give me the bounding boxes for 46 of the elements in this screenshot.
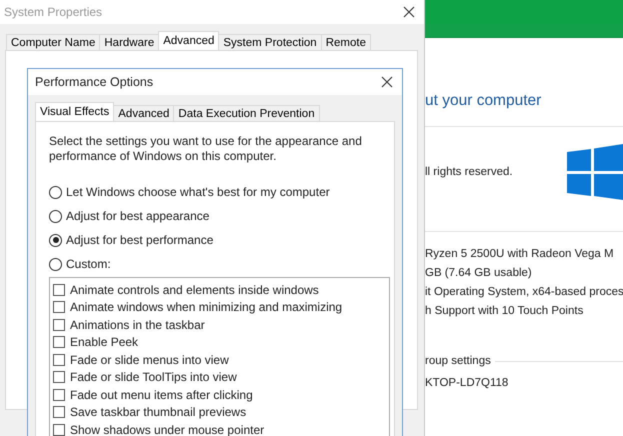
checkbox-label[interactable]: Fade or slide ToolTips into view bbox=[70, 370, 237, 384]
checkbox[interactable] bbox=[53, 388, 65, 401]
spec-text: Ryzen 5 2500U with Radeon Vega M bbox=[425, 248, 615, 260]
tab[interactable]: Remote bbox=[320, 34, 371, 50]
windows-logo-icon bbox=[566, 144, 623, 200]
copyright-text: ll rights reserved. bbox=[425, 166, 513, 178]
checkbox-label[interactable]: Save taskbar thumbnail previews bbox=[70, 405, 246, 420]
checkbox[interactable] bbox=[53, 284, 65, 296]
checkbox-label[interactable]: Fade out menu items after clicking bbox=[70, 388, 253, 402]
checkbox[interactable] bbox=[53, 424, 65, 436]
close-icon bbox=[403, 6, 415, 18]
close-icon bbox=[381, 76, 393, 88]
section-title: roup settings bbox=[425, 355, 491, 367]
spec-text: it Operating System, x64-based proces bbox=[425, 286, 623, 298]
tab[interactable]: System Protection bbox=[218, 34, 322, 50]
checkbox-label[interactable]: Animate controls and elements inside windows bbox=[70, 282, 319, 297]
tab[interactable]: Data Execution Prevention bbox=[173, 105, 320, 121]
spec-text: GB (7.64 GB usable) bbox=[425, 267, 533, 279]
radio-button[interactable] bbox=[49, 210, 62, 222]
checkbox-label[interactable]: Enable Peek bbox=[70, 335, 138, 350]
checkbox-label[interactable]: Fade or slide menus into view bbox=[70, 352, 229, 367]
checkbox-label[interactable]: Animate windows when minimizing and maximizing bbox=[70, 300, 342, 314]
radio-button[interactable] bbox=[49, 186, 62, 198]
checkbox[interactable] bbox=[53, 336, 65, 348]
tab[interactable]: Advanced bbox=[158, 31, 220, 50]
radio-label[interactable]: Adjust for best performance bbox=[66, 233, 214, 247]
radio-button[interactable] bbox=[49, 258, 62, 270]
description-text: Select the settings you want to use for the appearance and performance of Windows on this computer. bbox=[49, 134, 363, 164]
radio-label[interactable]: Adjust for best appearance bbox=[66, 209, 210, 223]
checkbox[interactable] bbox=[53, 318, 65, 331]
window-title: Performance Options bbox=[34, 75, 154, 89]
radio-button[interactable] bbox=[49, 234, 62, 246]
page-heading: ut your computer bbox=[425, 92, 542, 111]
checkbox[interactable] bbox=[53, 354, 65, 366]
window-title: System Properties bbox=[4, 5, 102, 19]
checkbox-label[interactable]: Show shadows under mouse pointer bbox=[70, 422, 264, 436]
checkbox[interactable] bbox=[53, 301, 65, 314]
radio-label[interactable]: Custom: bbox=[66, 257, 111, 271]
computer-name-text: KTOP-LD7Q118 bbox=[425, 377, 510, 389]
checkbox-label[interactable]: Animations in the taskbar bbox=[70, 318, 205, 332]
tab[interactable]: Visual Effects bbox=[35, 102, 114, 121]
tab[interactable]: Computer Name bbox=[6, 34, 100, 50]
spec-text: h Support with 10 Touch Points bbox=[425, 305, 584, 317]
checkbox[interactable] bbox=[53, 406, 65, 418]
checkbox[interactable] bbox=[53, 371, 65, 384]
radio-label[interactable]: Let Windows choose what's best for my computer bbox=[66, 185, 330, 199]
